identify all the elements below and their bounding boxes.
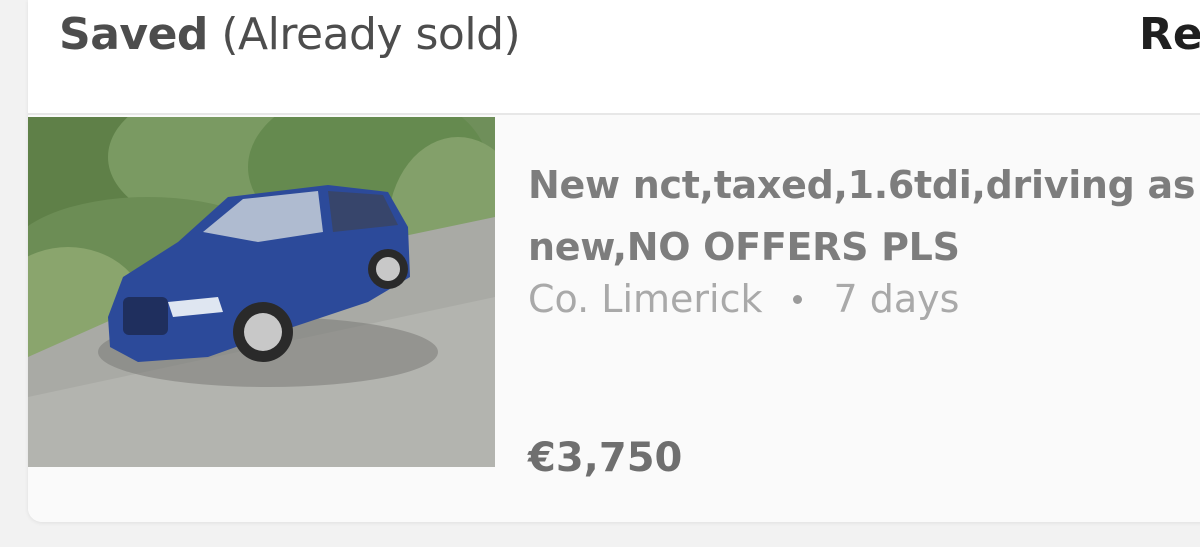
section-title-suffix: (Already sold) — [207, 9, 521, 60]
listing-thumbnail[interactable] — [28, 117, 495, 467]
car-photo-image — [28, 117, 495, 467]
listing-title[interactable]: New nct,taxed,1.6tdi,driving as new,NO O… — [528, 154, 1200, 278]
listing-meta: Co. Limerick 7 days — [528, 277, 959, 321]
header-action-partial[interactable]: Re — [1139, 9, 1200, 60]
listing-item[interactable]: New nct,taxed,1.6tdi,driving as new,NO O… — [28, 115, 1200, 522]
listing-age: 7 days — [833, 277, 960, 321]
card-header: Saved (Already sold) Re — [28, 0, 1200, 115]
section-title-bold: Saved — [59, 9, 208, 60]
listing-price: €3,750 — [528, 435, 683, 481]
section-title: Saved (Already sold) — [59, 9, 521, 60]
separator-dot-icon — [793, 294, 803, 304]
listing-location: Co. Limerick — [528, 277, 763, 321]
saved-listings-card: Saved (Already sold) Re New nct,taxed,1.… — [28, 0, 1200, 522]
